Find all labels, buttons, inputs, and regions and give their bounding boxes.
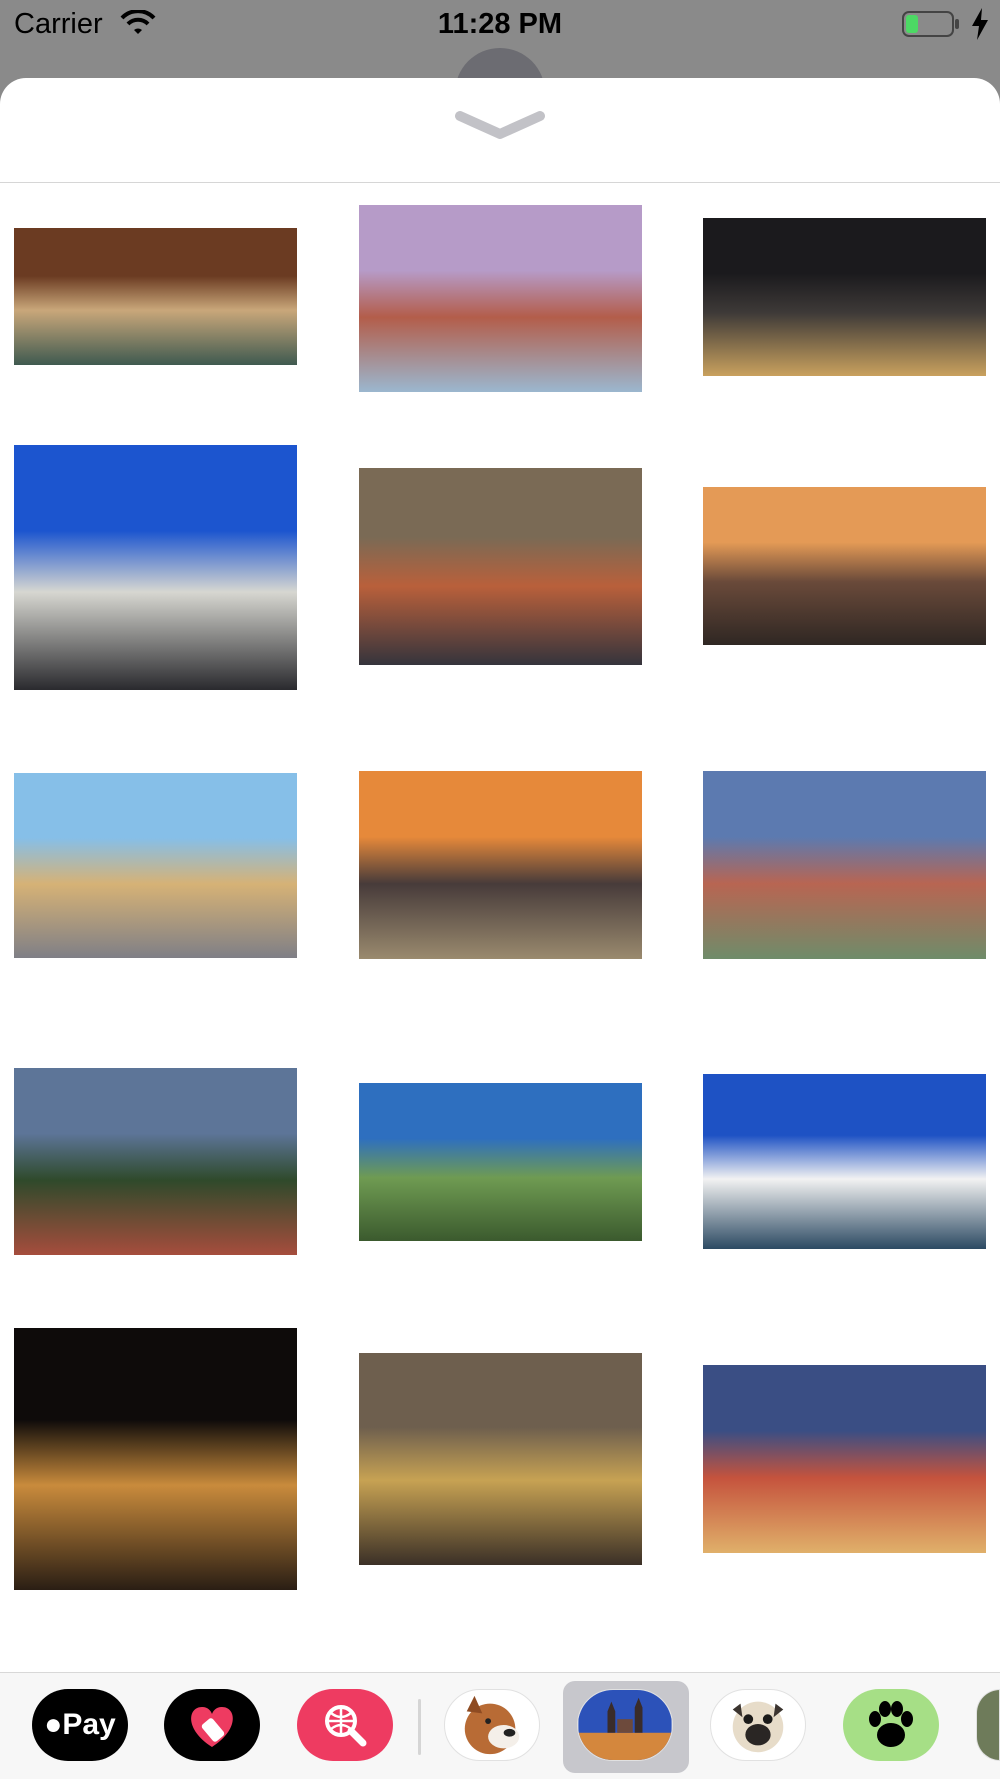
photo-tile[interactable]: lake-clouds [703, 1074, 986, 1249]
chevron-down-icon[interactable] [452, 108, 548, 144]
imessage-app-drawer: ●Pay [0, 1672, 1000, 1779]
sheet-header [0, 78, 1000, 183]
apple-pay-label: ●Pay [44, 1708, 116, 1741]
app-sheet: library charles-bridge-castle bridge-tow… [0, 78, 1000, 1778]
globe-search-app-button[interactable] [297, 1689, 393, 1761]
photo-tile[interactable]: library [14, 228, 297, 365]
drawer-divider [418, 1699, 421, 1755]
photo-tile[interactable]: bridges-sunset [703, 487, 986, 645]
heart-app-button[interactable] [164, 1689, 260, 1761]
battery-icon [902, 11, 959, 37]
photo-tile[interactable]: charles-bridge-castle [359, 205, 642, 392]
photo-gallery: library charles-bridge-castle bridge-tow… [0, 183, 1000, 1673]
paw-icon [869, 1701, 913, 1747]
photo-tile[interactable]: troja-palace [703, 771, 986, 959]
heart-tag-icon [191, 1707, 233, 1747]
photo-tile[interactable]: street-shops [359, 468, 642, 665]
status-bar: Carrier 11:28 PM [0, 0, 1000, 50]
photo-tile[interactable]: old-town-street [14, 773, 297, 958]
pug-app-button[interactable] [710, 1689, 806, 1761]
paw-app-button[interactable] [843, 1689, 939, 1761]
pug-icon [732, 1701, 784, 1753]
boxer-dog-icon [464, 1695, 520, 1755]
prague-app-button[interactable] [577, 1689, 673, 1761]
photo-tile[interactable]: vltava-sunset [359, 771, 642, 959]
partial-app-button[interactable] [976, 1689, 1000, 1761]
photo-tile[interactable]: river-panorama [359, 1083, 642, 1241]
apple-pay-button[interactable]: ●Pay [32, 1689, 128, 1761]
photo-tile[interactable]: dancing-house [14, 445, 297, 690]
photo-tile[interactable]: riverside-night [14, 1328, 297, 1590]
boxer-dog-app-button[interactable] [444, 1689, 540, 1761]
photo-tile[interactable]: astronomical-clock [359, 1353, 642, 1565]
clock: 11:28 PM [437, 8, 563, 40]
photo-tile[interactable]: bridge-tower-night [703, 218, 986, 376]
prague-icon [578, 1690, 672, 1760]
photo-tile[interactable]: city-lights-dusk [703, 1365, 986, 1553]
photo-tile[interactable]: st-lawrence-church [14, 1068, 297, 1255]
globe-search-icon [325, 1705, 367, 1747]
apple-icon: ● [44, 1708, 63, 1741]
charging-bolt-icon [972, 8, 988, 40]
